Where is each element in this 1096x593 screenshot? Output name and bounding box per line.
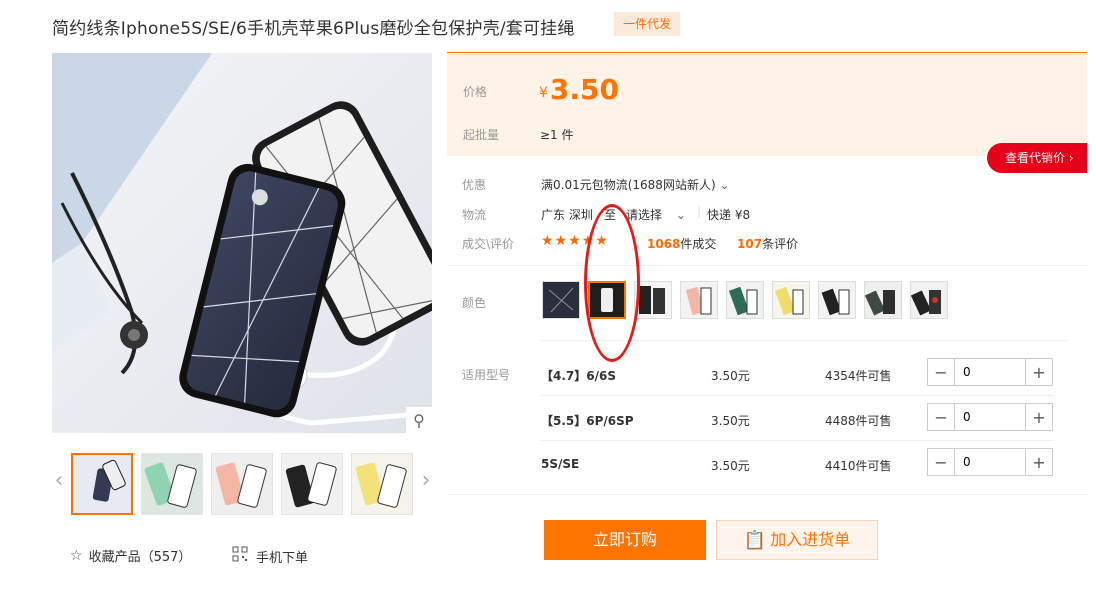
sku-name: 【5.5】6P/6SP <box>541 414 634 428</box>
color-swatch-6[interactable] <box>772 281 810 319</box>
price-panel: 价格 ¥3.50 起批量 ≥1 件 <box>447 52 1087 156</box>
color-swatch-8[interactable] <box>864 281 902 319</box>
qrcode-icon <box>232 546 248 566</box>
quantity-input[interactable] <box>954 449 1026 475</box>
rating-stars: ★★★★★ <box>541 233 609 249</box>
color-swatch-1[interactable] <box>542 281 580 319</box>
divider <box>447 265 1087 266</box>
reviews-count[interactable]: 107条评价 <box>737 235 798 252</box>
quantity-stepper: − + <box>927 358 1053 386</box>
quantity-stepper: − + <box>927 448 1053 476</box>
logistics-to: 至 <box>604 208 617 222</box>
product-photo <box>52 53 432 433</box>
mobile-order-label: 手机下单 <box>256 550 309 566</box>
color-swatch-4[interactable] <box>680 281 718 319</box>
separator: | <box>697 204 702 218</box>
thumbnail-2[interactable] <box>141 453 203 515</box>
sku-name: 【4.7】6/6S <box>541 369 616 383</box>
clipboard-icon: 📋 <box>743 530 767 551</box>
quantity-stepper: − + <box>927 403 1053 431</box>
express-fee: 快递 ¥8 <box>707 208 751 222</box>
price-value: ¥3.50 <box>539 73 620 106</box>
color-swatches <box>542 281 948 319</box>
dropship-badge: 一件代发 <box>614 12 681 36</box>
favorite-product[interactable]: ☆ 收藏产品（557） <box>70 546 192 566</box>
thumb-prev-icon[interactable]: ‹ <box>52 468 66 493</box>
price-label: 价格 <box>463 85 488 99</box>
sku-price: 3.50元 <box>711 459 750 473</box>
color-swatch-7[interactable] <box>818 281 856 319</box>
quantity-input[interactable] <box>954 404 1026 430</box>
divider <box>447 494 1087 495</box>
color-label: 颜色 <box>462 296 487 310</box>
main-product-image[interactable]: ⚲ <box>52 53 432 433</box>
quantity-input[interactable] <box>954 359 1026 385</box>
star-outline-icon: ☆ <box>70 547 83 564</box>
thumbnail-3[interactable] <box>211 453 273 515</box>
color-swatch-5[interactable] <box>726 281 764 319</box>
sku-stock: 4410件可售 <box>825 459 892 473</box>
color-swatch-9[interactable] <box>910 281 948 319</box>
sku-name: 5S/SE <box>541 457 580 471</box>
divider <box>541 340 1067 341</box>
buy-now-button[interactable]: 立即订购 <box>544 520 706 560</box>
favorite-label: 收藏产品（557） <box>88 550 192 565</box>
thumbnail-strip <box>71 453 413 515</box>
rating-label: 成交\评价 <box>462 237 515 251</box>
thumb-next-icon[interactable]: › <box>419 468 433 493</box>
chevron-down-icon: ⌄ <box>675 208 686 222</box>
moq-label: 起批量 <box>463 128 500 142</box>
thumbnail-1[interactable] <box>71 453 133 515</box>
model-label: 适用型号 <box>462 368 511 382</box>
sku-price: 3.50元 <box>711 414 750 428</box>
sku-row: 【5.5】6P/6SP 3.50元 4488件可售 − + <box>541 399 1053 443</box>
agent-price-button[interactable]: 查看代销价 › <box>987 143 1087 173</box>
deals-count[interactable]: 1068件成交 <box>647 235 716 252</box>
sku-price: 3.50元 <box>711 369 750 383</box>
logistics-label: 物流 <box>462 208 487 222</box>
product-title: 简约线条Iphone5S/SE/6手机壳苹果6Plus磨砂全包保护壳/套可挂绳 <box>52 19 575 39</box>
minus-icon[interactable]: − <box>928 449 954 475</box>
thumbnail-4[interactable] <box>281 453 343 515</box>
sku-stock: 4488件可售 <box>825 414 892 428</box>
sku-row: 【4.7】6/6S 3.50元 4354件可售 − + <box>541 354 1053 398</box>
moq-value: ≥1 件 <box>540 128 574 142</box>
chevron-down-icon: ⌄ <box>719 178 730 192</box>
divider <box>541 440 1053 441</box>
destination-select[interactable]: 请选择 ⌄ <box>626 206 686 223</box>
plus-icon[interactable]: + <box>1026 449 1052 475</box>
color-swatch-3[interactable] <box>634 281 672 319</box>
color-swatch-2[interactable] <box>588 281 626 319</box>
add-to-cart-button[interactable]: 📋 加入进货单 <box>716 520 878 560</box>
logistics-from: 广东 深圳 <box>541 208 593 222</box>
promo-value[interactable]: 满0.01元包物流(1688网站新人) ⌄ <box>541 176 730 193</box>
plus-icon[interactable]: + <box>1026 359 1052 385</box>
divider <box>541 395 1053 396</box>
promo-label: 优惠 <box>462 178 487 192</box>
sku-row: 5S/SE 3.50元 4410件可售 − + <box>541 444 1053 488</box>
zoom-icon[interactable]: ⚲ <box>406 407 432 433</box>
minus-icon[interactable]: − <box>928 404 954 430</box>
mobile-order[interactable]: 手机下单 <box>232 546 308 566</box>
plus-icon[interactable]: + <box>1026 404 1052 430</box>
thumbnail-5[interactable] <box>351 453 413 515</box>
sku-stock: 4354件可售 <box>825 369 892 383</box>
minus-icon[interactable]: − <box>928 359 954 385</box>
